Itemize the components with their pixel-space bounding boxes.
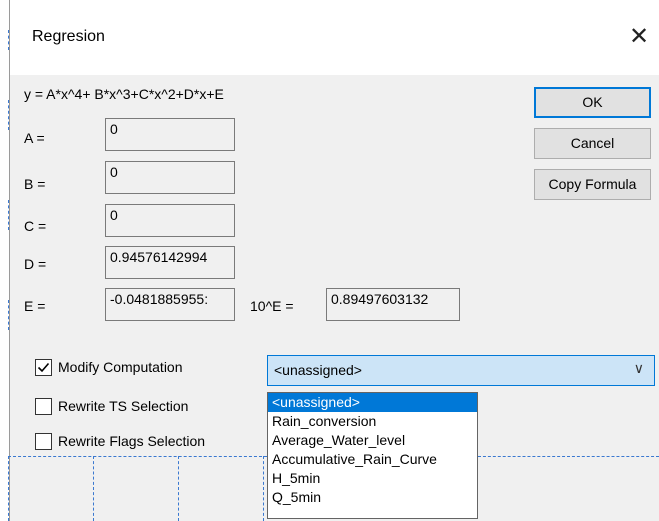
guide-line	[8, 456, 267, 457]
guide-line	[8, 456, 9, 521]
modify-computation-label: Modify Computation	[58, 359, 183, 375]
dropdown-option[interactable]: H_5min	[268, 469, 477, 488]
dropdown-option[interactable]: Rain_conversion	[268, 412, 477, 431]
coef-d-label: D =	[24, 256, 47, 272]
copy-formula-button[interactable]: Copy Formula	[534, 169, 651, 200]
dropdown-option[interactable]: Average_Water_level	[268, 431, 477, 450]
rewrite-ts-selection-label: Rewrite TS Selection	[58, 398, 189, 414]
ok-button[interactable]: OK	[534, 87, 651, 118]
ten-e-value: 0.89497603132	[326, 288, 460, 321]
checkmark-icon	[37, 362, 50, 373]
guide-line	[93, 456, 94, 521]
coef-b-value: 0	[105, 161, 235, 194]
coef-a-label: A =	[24, 130, 45, 146]
formula-label: y = A*x^4+ B*x^3+C*x^2+D*x+E	[24, 86, 224, 102]
chevron-down-icon[interactable]: ∨	[634, 360, 644, 377]
coef-d-value: 0.94576142994	[105, 246, 235, 279]
dropdown-option[interactable]: Q_5min	[268, 488, 477, 507]
computation-dropdown-list: <unassigned> Rain_conversion Average_Wat…	[267, 392, 478, 519]
modify-computation-checkbox[interactable]	[35, 359, 52, 376]
rewrite-flags-selection-checkbox[interactable]	[35, 433, 52, 450]
computation-select[interactable]: <unassigned> ∨	[267, 355, 655, 386]
guide-line	[263, 456, 264, 521]
coef-b-label: B =	[24, 176, 46, 192]
coef-c-label: C =	[24, 218, 47, 234]
guide-line	[478, 456, 659, 457]
dropdown-option[interactable]: <unassigned>	[268, 393, 477, 412]
dialog-title: Regresion	[32, 28, 105, 45]
title-bar: Regresion ✕	[10, 0, 659, 75]
rewrite-flags-selection-label: Rewrite Flags Selection	[58, 433, 206, 449]
close-icon[interactable]: ✕	[622, 20, 656, 54]
coef-c-value: 0	[105, 204, 235, 237]
dropdown-option[interactable]: Accumulative_Rain_Curve	[268, 450, 477, 469]
coef-e-value: -0.0481885955:	[105, 288, 235, 321]
rewrite-ts-selection-checkbox[interactable]	[35, 398, 52, 415]
guide-line	[178, 456, 179, 521]
ten-e-label: 10^E =	[250, 298, 294, 314]
cancel-button[interactable]: Cancel	[534, 128, 651, 159]
computation-select-value: <unassigned>	[274, 362, 362, 378]
coef-e-label: E =	[24, 298, 46, 314]
coef-a-value: 0	[105, 118, 235, 151]
